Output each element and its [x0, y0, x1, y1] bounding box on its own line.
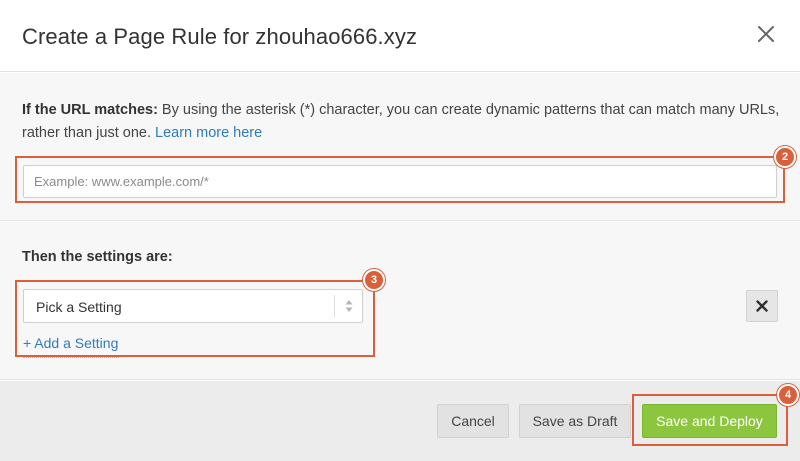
- learn-more-link[interactable]: Learn more here: [155, 125, 262, 141]
- dotted-divider: [23, 357, 119, 358]
- annotation-badge-3: 3: [363, 269, 385, 291]
- settings-section: Then the settings are: Pick a Setting + …: [0, 222, 800, 380]
- times-icon: [756, 300, 768, 312]
- modal-footer: Cancel Save as Draft Save and Deploy: [0, 381, 800, 461]
- annotation-badge-4: 4: [777, 384, 799, 406]
- up-down-arrows-icon: [342, 298, 356, 314]
- close-icon[interactable]: [754, 22, 778, 46]
- add-setting-link[interactable]: + Add a Setting: [23, 335, 118, 351]
- remove-setting-button[interactable]: [746, 290, 778, 322]
- settings-title: Then the settings are:: [22, 249, 173, 265]
- modal-header: Create a Page Rule for zhouhao666.xyz: [0, 0, 800, 72]
- modal-title: Create a Page Rule for zhouhao666.xyz: [22, 24, 418, 49]
- setting-select[interactable]: Pick a Setting: [23, 289, 363, 323]
- url-pattern-input[interactable]: [23, 165, 777, 198]
- url-match-label: If the URL matches:: [22, 102, 158, 118]
- save-draft-button[interactable]: Save as Draft: [519, 404, 631, 438]
- annotation-badge-2: 2: [774, 146, 796, 168]
- page-rule-modal: Create a Page Rule for zhouhao666.xyz If…: [0, 0, 800, 461]
- select-divider: [334, 295, 335, 317]
- url-match-section: If the URL matches: By using the asteris…: [0, 73, 800, 221]
- save-deploy-button[interactable]: Save and Deploy: [642, 404, 777, 438]
- cancel-button[interactable]: Cancel: [437, 404, 509, 438]
- setting-select-value: Pick a Setting: [36, 299, 122, 315]
- url-match-description: If the URL matches: By using the asteris…: [22, 99, 782, 145]
